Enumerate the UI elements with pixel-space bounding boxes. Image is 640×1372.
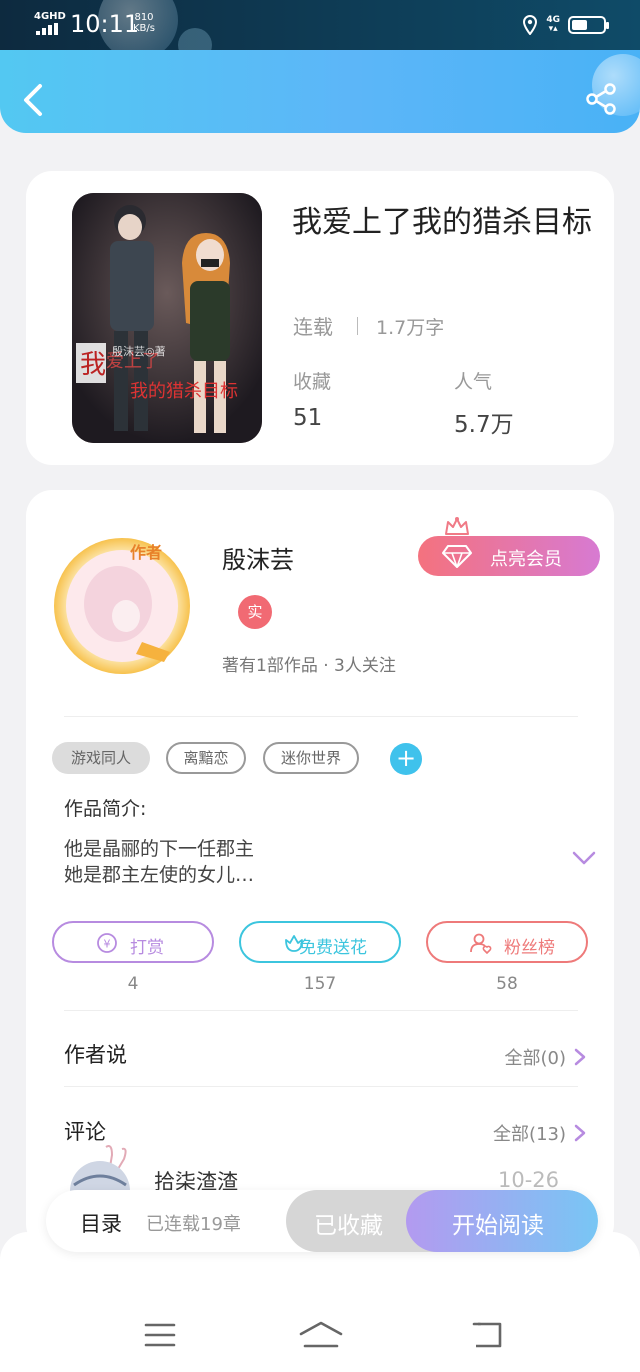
- chevron-down-icon[interactable]: [572, 850, 596, 866]
- favorites-label: 收藏: [293, 371, 332, 393]
- start-reading-button[interactable]: 开始阅读: [406, 1190, 598, 1252]
- speed-unit: KB/s: [133, 23, 155, 34]
- cover-illustration: 我 爱上了 我的猎杀目标 殷沫芸◎著: [72, 193, 262, 443]
- top-header: [0, 50, 640, 133]
- data-arrows-icon: ▾▴: [548, 24, 558, 34]
- location-icon: [523, 15, 538, 35]
- word-count: 1.7万字: [376, 317, 445, 339]
- author-says-all-label: 全部(0): [504, 1048, 567, 1069]
- system-nav-bar: [0, 1232, 640, 1372]
- clock: 10:11: [70, 10, 140, 38]
- author-avatar[interactable]: 作者: [42, 524, 202, 684]
- speed-value: 810: [134, 12, 154, 23]
- start-reading-label: 开始阅读: [452, 1213, 544, 1239]
- intro-text: 他是晶郦的下一任郡主 她是郡主左使的女儿…: [64, 838, 255, 886]
- comments-label: 评论: [64, 1120, 106, 1144]
- signal-icon: [36, 23, 60, 35]
- chapter-count: 已连载19章: [146, 1214, 241, 1235]
- separator: [357, 317, 358, 335]
- verified-badge: 实: [238, 595, 272, 629]
- fan-count: 58: [496, 974, 518, 994]
- mobile-data-badge: 4G ▾▴: [546, 16, 560, 34]
- add-tag-button[interactable]: +: [390, 743, 422, 775]
- book-info-card: 我 爱上了 我的猎杀目标 殷沫芸◎著 我爱上了我的猎杀目标 连载 1.7万字 收…: [26, 171, 614, 465]
- favorites-value: 51: [293, 405, 323, 431]
- book-status: 连载: [293, 315, 333, 339]
- network-type: 4GHD: [34, 11, 66, 22]
- crown-icon: [445, 517, 469, 535]
- comments-all-link[interactable]: 全部(13): [493, 1120, 586, 1146]
- divider: [64, 1086, 578, 1087]
- coin-icon: ¥: [97, 933, 117, 953]
- svg-text:我的猎杀目标: 我的猎杀目标: [130, 381, 238, 402]
- fan-ranking-button[interactable]: 粉丝榜: [426, 921, 588, 963]
- back-nav-icon[interactable]: [470, 1320, 506, 1350]
- send-flower-label: 免费送花: [299, 938, 367, 958]
- status-bar: 4GHD 10:11 810 KB/s 4G ▾▴: [0, 0, 640, 62]
- popularity-label: 人气: [454, 371, 493, 393]
- menu-icon[interactable]: [142, 1320, 178, 1350]
- flower-count: 157: [303, 974, 337, 994]
- network-speed: 810 KB/s: [133, 12, 155, 34]
- svg-text:作者: 作者: [130, 543, 162, 562]
- tag-game-fanfic[interactable]: 游戏同人: [52, 742, 150, 774]
- read-action-bar: 目录 已连载19章 已收藏 开始阅读: [46, 1190, 598, 1252]
- tag-mini-world[interactable]: 迷你世界: [263, 742, 359, 774]
- collected-label: 已收藏: [314, 1213, 383, 1239]
- author-meta: 著有1部作品 · 3人关注: [222, 656, 396, 676]
- share-icon[interactable]: [584, 82, 618, 116]
- vip-button-label: 点亮会员: [490, 549, 562, 570]
- intro-label: 作品简介:: [64, 798, 147, 820]
- status-right: 4G ▾▴: [522, 12, 609, 38]
- comment-time: 10-26: [498, 1168, 560, 1192]
- divider: [64, 1010, 578, 1011]
- send-flower-button[interactable]: 免费送花: [239, 921, 401, 963]
- chevron-right-icon: [574, 1124, 586, 1142]
- battery-icon: [568, 16, 609, 34]
- svg-text:¥: ¥: [104, 938, 111, 951]
- home-icon[interactable]: [298, 1320, 344, 1350]
- book-cover[interactable]: 我 爱上了 我的猎杀目标 殷沫芸◎著: [72, 193, 262, 443]
- divider: [64, 716, 578, 717]
- tip-label: 打赏: [130, 938, 164, 958]
- author-says-all-link[interactable]: 全部(0): [505, 1044, 587, 1070]
- fan-ranking-label: 粉丝榜: [504, 938, 555, 958]
- chevron-right-icon: [574, 1048, 586, 1066]
- comments-all-label: 全部(13): [493, 1124, 566, 1145]
- toc-button[interactable]: 目录: [80, 1208, 122, 1238]
- book-title: 我爱上了我的猎杀目标: [292, 205, 592, 240]
- tip-count: 4: [127, 974, 139, 994]
- chevron-left-icon[interactable]: [18, 80, 50, 120]
- diamond-icon: [442, 545, 472, 568]
- svg-text:我: 我: [80, 350, 106, 380]
- vip-member-button[interactable]: 点亮会员: [418, 517, 600, 576]
- svg-text:殷沫芸◎著: 殷沫芸◎著: [112, 344, 166, 358]
- popularity-value: 5.7万: [454, 412, 514, 438]
- author-name[interactable]: 殷沫芸: [222, 540, 294, 575]
- author-says-label: 作者说: [64, 1043, 127, 1067]
- fan-icon: [470, 933, 492, 954]
- tip-button[interactable]: ¥ 打赏: [52, 921, 214, 963]
- tag-li-an-lian[interactable]: 离黯恋: [166, 742, 246, 774]
- author-info-card: 作者 殷沫芸 实 著有1部作品 · 3人关注 点亮会员 游戏同人 离黯恋 迷你世…: [26, 490, 614, 1250]
